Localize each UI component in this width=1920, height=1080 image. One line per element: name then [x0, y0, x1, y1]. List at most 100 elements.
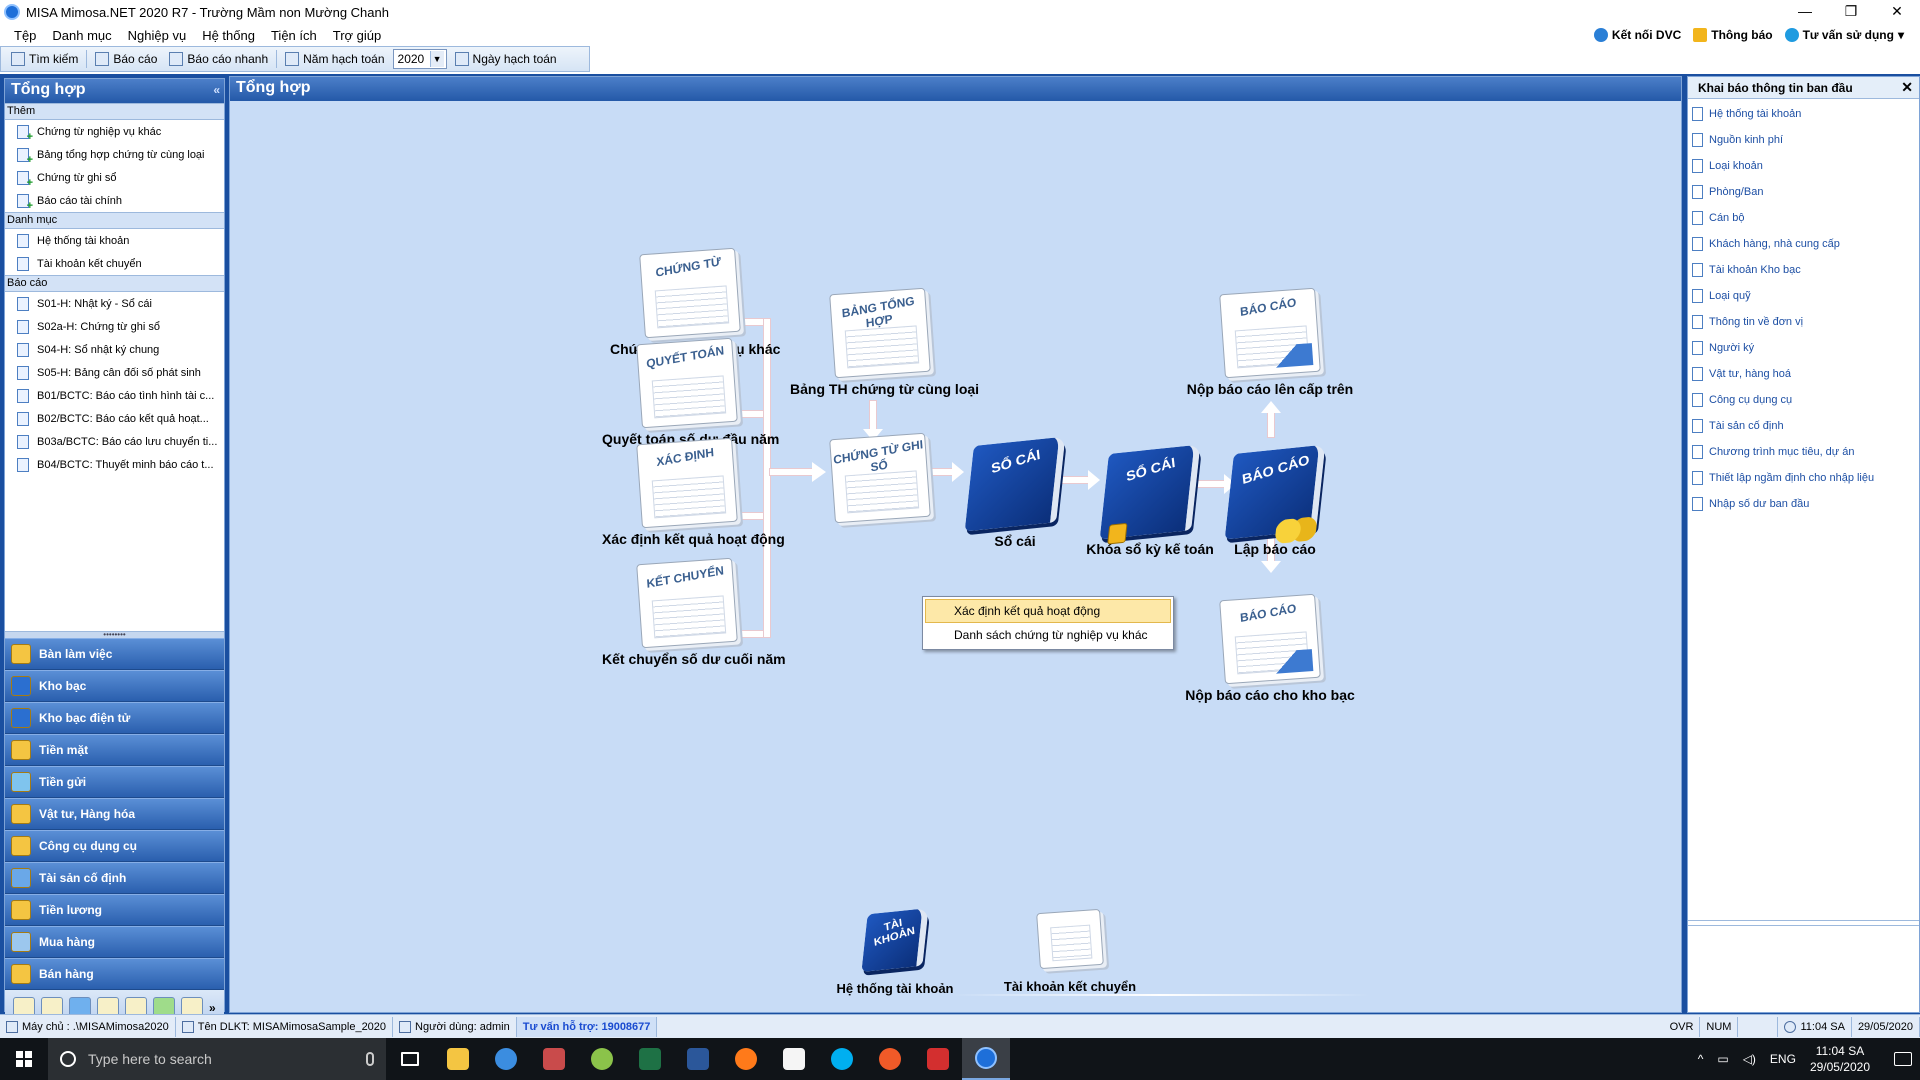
- nav-e-treasury[interactable]: Kho bạc điện tử: [5, 702, 224, 734]
- setup-link[interactable]: Vật tư, hàng hoá: [1688, 361, 1919, 387]
- node-transfer-account[interactable]: Tài khoản kết chuyển: [975, 908, 1165, 994]
- add-financial-report[interactable]: Báo cáo tài chính: [5, 189, 224, 212]
- chevron-down-icon[interactable]: ▼: [429, 51, 444, 67]
- node-submit-treasury[interactable]: BÁO CÁO Nộp báo cáo cho kho bạc: [1170, 593, 1370, 703]
- volume-icon[interactable]: ◁): [1743, 1052, 1756, 1066]
- report-s01h[interactable]: S01-H: Nhật ký - Sổ cái: [5, 292, 224, 315]
- taskbar-clock[interactable]: 11:04 SA 29/05/2020: [1810, 1043, 1870, 1075]
- setup-link[interactable]: Thông tin về đơn vị: [1688, 309, 1919, 335]
- nav-cash[interactable]: Tiền mặt: [5, 734, 224, 766]
- catalog-transfer-account[interactable]: Tài khoản kết chuyển: [5, 252, 224, 275]
- context-menu-item-other-voucher-list[interactable]: Danh sách chứng từ nghiệp vụ khác: [925, 623, 1171, 647]
- input-language[interactable]: ENG: [1770, 1052, 1796, 1066]
- report-s02ah[interactable]: S02a-H: Chứng từ ghi sổ: [5, 315, 224, 338]
- node-opening-settlement[interactable]: QUYẾT TOÁN Quyết toán số dư đầu năm: [602, 337, 779, 447]
- notification-link[interactable]: Thông báo: [1693, 28, 1773, 42]
- fiscal-year-select[interactable]: 2020 ▼: [392, 49, 447, 69]
- nav-deposit[interactable]: Tiền gửi: [5, 766, 224, 798]
- node-summary-table[interactable]: BẢNG TỔNG HỢP Bảng TH chứng từ cùng loại: [790, 287, 979, 397]
- menu-operations[interactable]: Nghiệp vụ: [120, 28, 195, 43]
- node-submit-superior[interactable]: BÁO CÁO Nộp báo cáo lên cấp trên: [1170, 287, 1370, 397]
- connect-dvc-link[interactable]: Kết nối DVC: [1593, 28, 1681, 42]
- taskbar-firefox[interactable]: [722, 1038, 770, 1080]
- nav-label: Bàn làm việc: [39, 647, 113, 661]
- list-item-label: B04/BCTC: Thuyết minh báo cáo t...: [37, 458, 214, 471]
- taskbar-skype[interactable]: [818, 1038, 866, 1080]
- add-other-voucher[interactable]: Chứng từ nghiệp vụ khác: [5, 120, 224, 143]
- setup-link[interactable]: Tài khoản Kho bạc: [1688, 257, 1919, 283]
- status-hotline[interactable]: Tư vấn hỗ trợ: 19008677: [516, 1016, 658, 1037]
- setup-link[interactable]: Công cụ dụng cụ: [1688, 387, 1919, 413]
- setup-link[interactable]: Phòng/Ban: [1688, 179, 1919, 205]
- setup-link[interactable]: Cán bộ: [1688, 205, 1919, 231]
- node-determine-results[interactable]: XÁC ĐỊNH Xác định kết quả hoạt động: [602, 437, 785, 547]
- microphone-icon[interactable]: [366, 1052, 374, 1066]
- setup-link[interactable]: Hệ thống tài khoản: [1688, 101, 1919, 127]
- panel-splitter[interactable]: ••••••••: [5, 631, 224, 639]
- taskbar-app-red[interactable]: [914, 1038, 962, 1080]
- setup-link[interactable]: Người ký: [1688, 335, 1919, 361]
- setup-link[interactable]: Chương trình mục tiêu, dự án: [1688, 439, 1919, 465]
- tray-chevron-up-icon[interactable]: ^: [1698, 1052, 1704, 1066]
- nav-fixed-assets[interactable]: Tài sản cố định: [5, 862, 224, 894]
- taskbar-misa-mimosa[interactable]: [962, 1038, 1010, 1080]
- node-account-system[interactable]: TÀI KHOẢN Hệ thống tài khoản: [805, 908, 985, 996]
- report-s04h[interactable]: S04-H: Sổ nhật ký chung: [5, 338, 224, 361]
- task-view-button[interactable]: [386, 1038, 434, 1080]
- menu-file[interactable]: Tệp: [6, 28, 44, 43]
- nav-desktop[interactable]: Bàn làm việc: [5, 638, 224, 670]
- taskbar-excel[interactable]: [626, 1038, 674, 1080]
- taskbar-file-explorer[interactable]: [434, 1038, 482, 1080]
- report-button[interactable]: Báo cáo: [91, 52, 161, 66]
- report-s05h[interactable]: S05-H: Bảng cân đối số phát sinh: [5, 361, 224, 384]
- menu-catalog[interactable]: Danh mục: [44, 28, 119, 43]
- setup-link[interactable]: Loại quỹ: [1688, 283, 1919, 309]
- network-icon[interactable]: ▭: [1717, 1052, 1728, 1066]
- taskbar-app-paint[interactable]: [578, 1038, 626, 1080]
- node-create-report[interactable]: BÁO CÁO Lập báo cáo: [1220, 444, 1330, 557]
- setup-link[interactable]: Nhập số dư ban đầu: [1688, 491, 1919, 517]
- close-button[interactable]: ✕: [1874, 0, 1920, 24]
- nav-salary[interactable]: Tiền lương: [5, 894, 224, 926]
- menu-system[interactable]: Hệ thống: [194, 28, 263, 43]
- nav-tools[interactable]: Công cụ dụng cụ: [5, 830, 224, 862]
- minimize-button[interactable]: —: [1782, 0, 1828, 24]
- node-ledger-voucher[interactable]: CHỨNG TỪ GHI SỔ: [825, 432, 935, 524]
- add-summary-table[interactable]: Bảng tổng hợp chứng từ cùng loại: [5, 143, 224, 166]
- collapse-icon[interactable]: «: [213, 83, 220, 97]
- node-year-end-transfer[interactable]: KẾT CHUYỂN Kết chuyển số dư cuối năm: [602, 557, 786, 667]
- quick-report-button[interactable]: Báo cáo nhanh: [165, 52, 272, 66]
- advice-dropdown[interactable]: Tư vấn sử dụng ▾: [1784, 28, 1904, 42]
- catalog-account-system[interactable]: Hệ thống tài khoản: [5, 229, 224, 252]
- menu-utilities[interactable]: Tiện ích: [263, 28, 325, 43]
- search-button[interactable]: Tìm kiếm: [7, 52, 82, 66]
- report-b01[interactable]: B01/BCTC: Báo cáo tình hình tài c...: [5, 384, 224, 407]
- taskbar-search-box[interactable]: Type here to search: [48, 1038, 386, 1080]
- status-bar: Máy chủ : .\MISAMimosa2020 Tên DLKT: MIS…: [0, 1014, 1920, 1038]
- nav-purchase[interactable]: Mua hàng: [5, 926, 224, 958]
- notification-center-icon[interactable]: [1894, 1052, 1912, 1066]
- taskbar-app-lifebuoy[interactable]: [866, 1038, 914, 1080]
- add-ledger-voucher[interactable]: Chứng từ ghi sổ: [5, 166, 224, 189]
- more-shortcuts-icon[interactable]: »: [209, 1001, 216, 1015]
- taskbar-app-misc[interactable]: [530, 1038, 578, 1080]
- setup-link[interactable]: Nguồn kinh phí: [1688, 127, 1919, 153]
- posting-date-button[interactable]: Ngày hạch toán: [451, 52, 561, 66]
- setup-link[interactable]: Tài sản cố định: [1688, 413, 1919, 439]
- taskbar-word[interactable]: [674, 1038, 722, 1080]
- nav-treasury[interactable]: Kho bạc: [5, 670, 224, 702]
- node-close-period[interactable]: SỔ CÁI Khóa sổ kỳ kế toán: [1075, 444, 1225, 557]
- node-general-ledger[interactable]: SỔ CÁI Sổ cái: [960, 436, 1070, 549]
- nav-materials[interactable]: Vật tư, Hàng hóa: [5, 798, 224, 830]
- taskbar-sticky-notes[interactable]: [770, 1038, 818, 1080]
- setup-link[interactable]: Loại khoản: [1688, 153, 1919, 179]
- nav-sales[interactable]: Bán hàng: [5, 958, 224, 990]
- context-menu-item-determine-results[interactable]: Xác định kết quả hoạt động: [925, 599, 1171, 623]
- setup-link[interactable]: Thiết lập ngầm định cho nhập liệu: [1688, 465, 1919, 491]
- close-icon[interactable]: ✕: [1901, 79, 1913, 96]
- taskbar-app-blue[interactable]: [482, 1038, 530, 1080]
- setup-link[interactable]: Khách hàng, nhà cung cấp: [1688, 231, 1919, 257]
- menu-help[interactable]: Trợ giúp: [325, 28, 390, 43]
- start-button[interactable]: [0, 1038, 48, 1080]
- restore-button[interactable]: ❐: [1828, 0, 1874, 24]
